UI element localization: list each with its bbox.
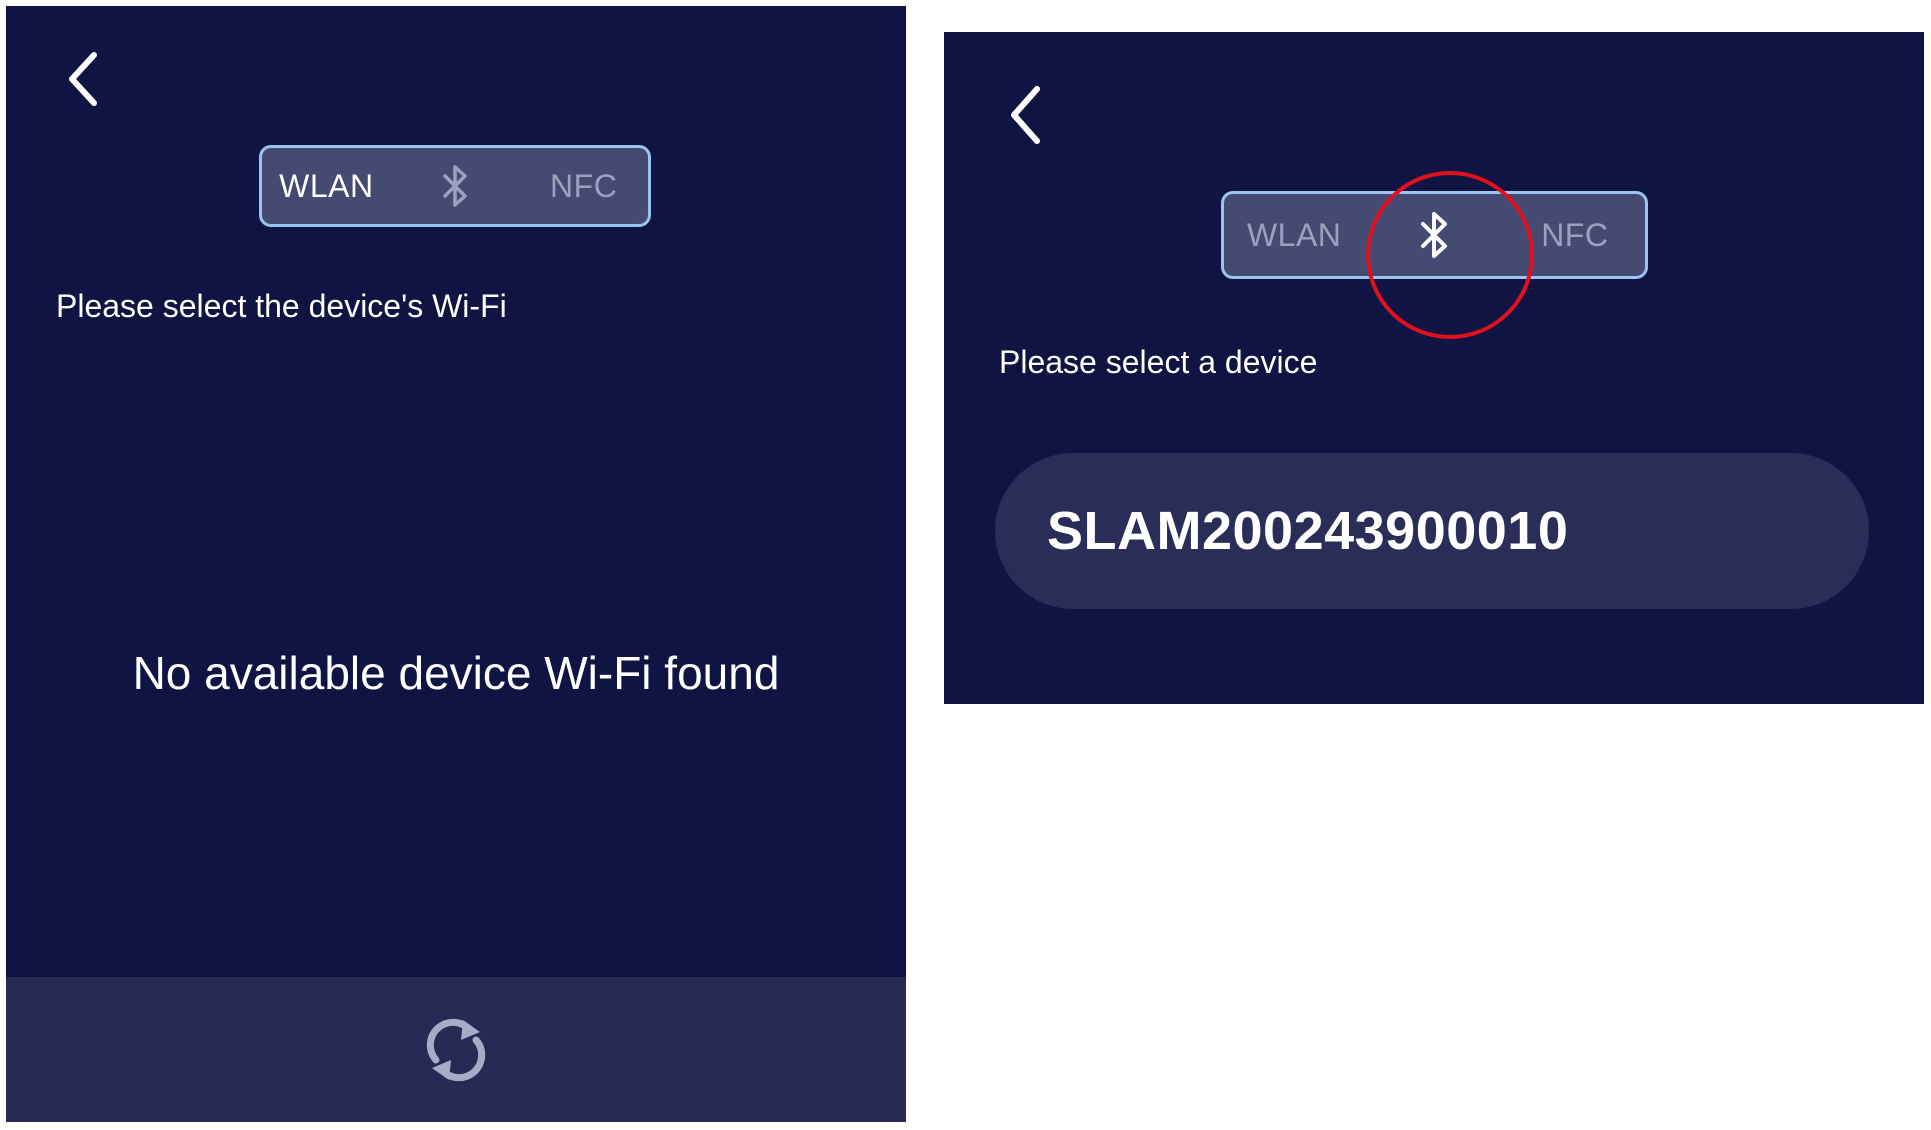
tab-wlan-label: WLAN	[1246, 216, 1342, 253]
back-button[interactable]	[54, 44, 114, 114]
refresh-button[interactable]	[421, 1015, 491, 1085]
page-prompt: Please select the device's Wi-Fi	[56, 288, 507, 324]
tab-nfc-label: NFC	[1541, 216, 1609, 253]
tab-nfc-label: NFC	[550, 167, 618, 204]
device-name: SLAM200243900010	[1047, 501, 1569, 561]
bluetooth-mode-screen: WLAN NFC Please select a device SLAM2002…	[944, 32, 1924, 704]
refresh-icon	[426, 1018, 486, 1081]
page-prompt: Please select a device	[999, 344, 1318, 380]
chevron-left-icon	[1011, 85, 1040, 144]
back-button[interactable]	[996, 77, 1056, 152]
wifi-mode-screen: WLAN NFC Please select the device's Wi-F…	[6, 6, 906, 1122]
chevron-left-icon	[69, 52, 97, 106]
connection-mode-switch: WLAN NFC	[259, 145, 651, 227]
tab-wlan[interactable]: WLAN	[1224, 194, 1364, 276]
empty-state-message: No available device Wi-Fi found	[132, 647, 780, 699]
bluetooth-icon	[1421, 212, 1448, 258]
tab-wlan-label: WLAN	[279, 167, 374, 204]
device-list-item[interactable]: SLAM200243900010	[995, 453, 1869, 609]
connection-mode-switch: WLAN NFC	[1221, 191, 1648, 279]
bluetooth-icon	[443, 165, 467, 207]
tab-bluetooth[interactable]	[1364, 194, 1504, 276]
tab-nfc[interactable]: NFC	[1505, 194, 1645, 276]
tab-bluetooth[interactable]	[391, 148, 520, 224]
tab-wlan[interactable]: WLAN	[262, 148, 391, 224]
tab-nfc[interactable]: NFC	[519, 148, 648, 224]
bottom-action-bar	[6, 977, 906, 1122]
